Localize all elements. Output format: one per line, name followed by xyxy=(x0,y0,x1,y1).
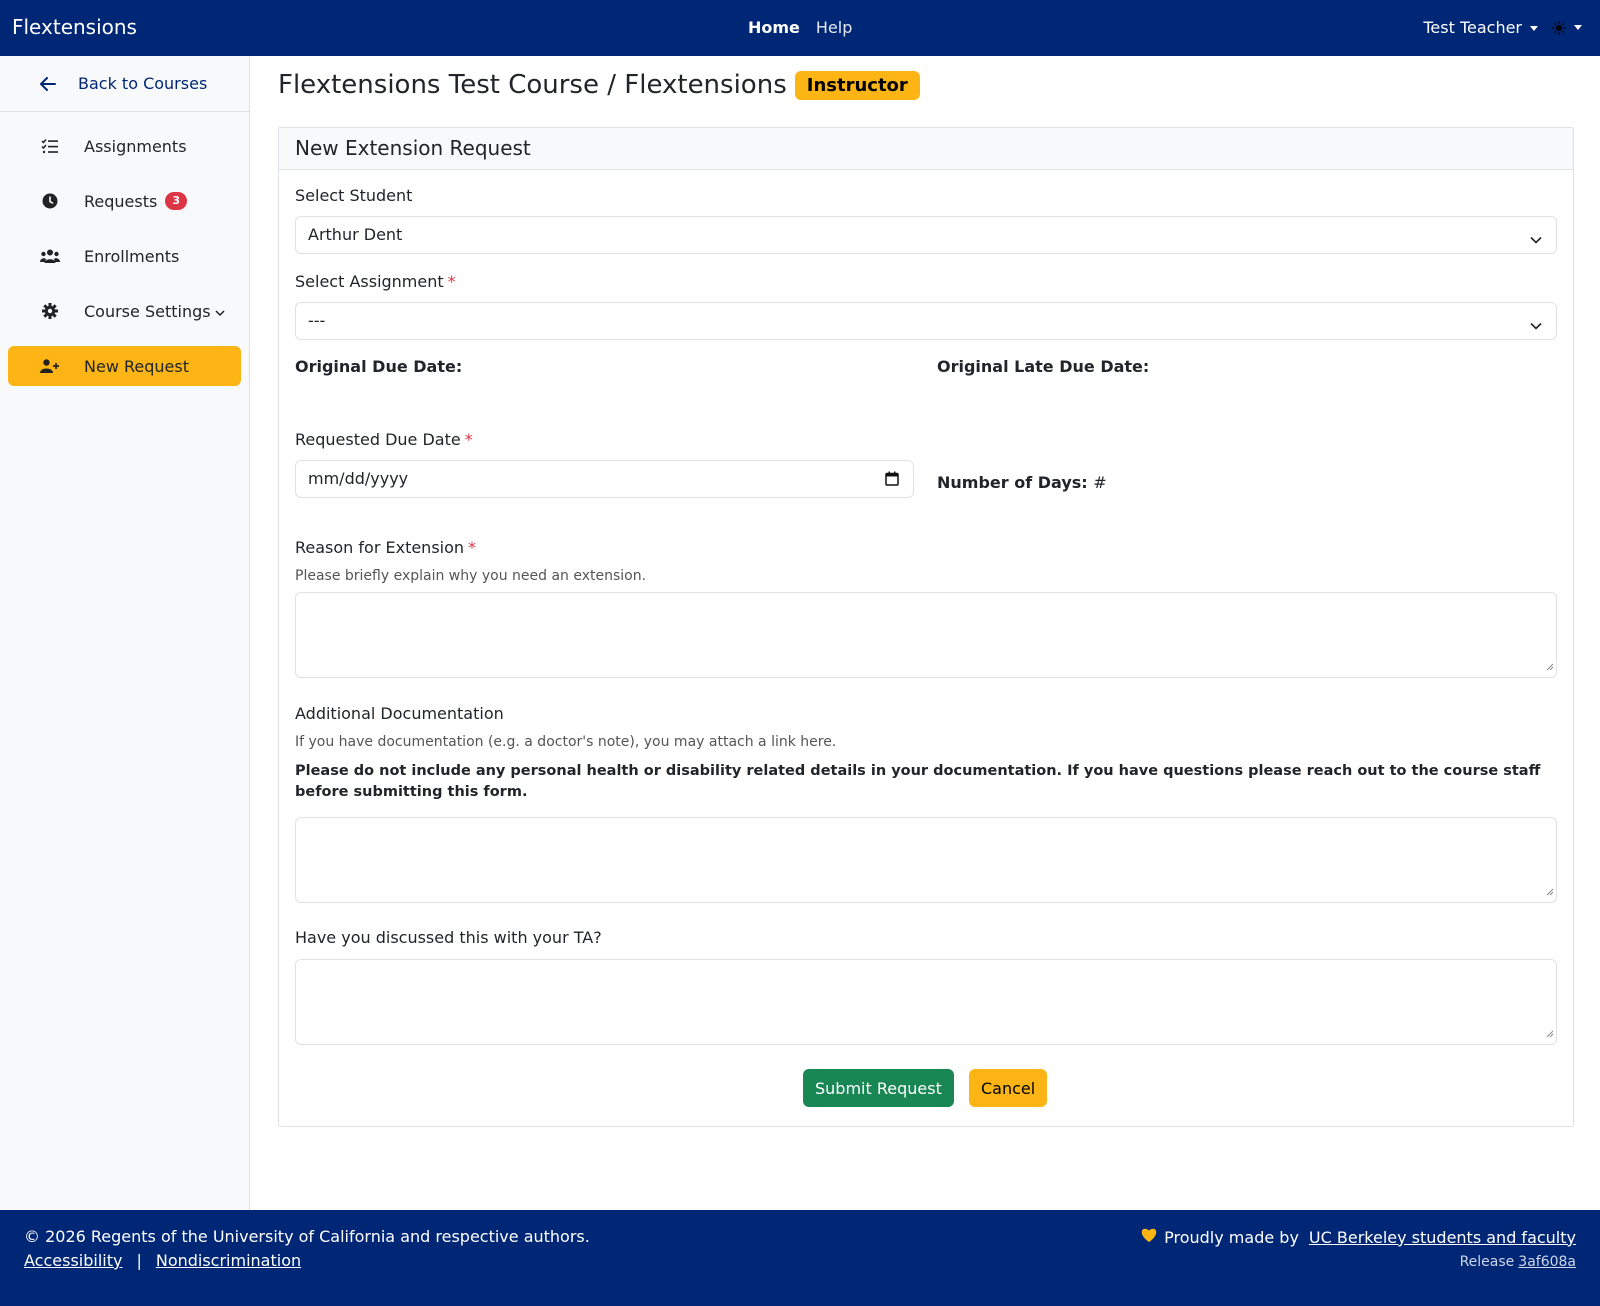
user-name: Test Teacher xyxy=(1423,18,1522,37)
list-check-icon xyxy=(40,138,60,154)
nav-help-link[interactable]: Help xyxy=(816,18,852,37)
page-title-text: Flextensions Test Course / Flextensions xyxy=(278,70,787,100)
made-by-text: Proudly made by xyxy=(1164,1227,1299,1247)
user-area: Test Teacher xyxy=(1423,18,1582,37)
select-assignment-label: Select Assignment * xyxy=(295,272,456,291)
sidebar-item-course-settings[interactable]: Course Settings xyxy=(8,291,241,331)
top-navbar: Flextensions Home Help Test Teacher xyxy=(0,0,1600,56)
heart-icon xyxy=(1140,1227,1158,1247)
resize-grip-icon[interactable] xyxy=(1545,1023,1554,1042)
sidebar-item-label: Course Settings xyxy=(84,301,211,321)
footer-separator: | xyxy=(136,1251,142,1270)
requested-due-date-input[interactable]: mm/dd/yyyy xyxy=(295,460,914,498)
accessibility-link[interactable]: Accessibility xyxy=(24,1251,122,1270)
footer-links: Accessibility | Nondiscrimination xyxy=(24,1251,301,1270)
reason-textarea[interactable] xyxy=(295,592,1557,678)
footer: © 2026 Regents of the University of Cali… xyxy=(0,1210,1600,1306)
theme-toggle-button[interactable] xyxy=(1552,21,1582,35)
page-title: Flextensions Test Course / Flextensions … xyxy=(278,70,920,100)
made-by: Proudly made by UC Berkeley students and… xyxy=(1140,1227,1576,1247)
required-mark: * xyxy=(447,272,456,291)
chevron-down-icon xyxy=(1530,229,1542,248)
main-nav: Home Help xyxy=(748,18,852,37)
nondiscrimination-link[interactable]: Nondiscrimination xyxy=(156,1251,301,1270)
documentation-help-text: If you have documentation (e.g. a doctor… xyxy=(295,734,837,750)
sidebar-item-new-request[interactable]: New Request xyxy=(8,346,241,386)
assignment-select-value: --- xyxy=(308,311,326,330)
resize-grip-icon[interactable] xyxy=(1545,656,1554,675)
number-of-days-label: Number of Days: xyxy=(937,473,1088,492)
sidebar: Back to Courses Assignments Requests 3 E… xyxy=(0,56,250,1210)
student-select[interactable]: Arthur Dent xyxy=(295,216,1557,254)
reason-label: Reason for Extension * xyxy=(295,538,476,557)
assignment-select[interactable]: --- xyxy=(295,302,1557,340)
uc-berkeley-link[interactable]: UC Berkeley students and faculty xyxy=(1309,1228,1576,1247)
nav-home-link[interactable]: Home xyxy=(748,18,800,37)
sidebar-item-enrollments[interactable]: Enrollments xyxy=(8,236,241,276)
original-late-due-date-label: Original Late Due Date: xyxy=(937,357,1150,376)
requested-due-date-label-text: Requested Due Date xyxy=(295,430,461,449)
sun-icon xyxy=(1552,21,1566,34)
user-plus-icon xyxy=(40,359,60,373)
chevron-down-icon xyxy=(215,302,225,321)
copyright-text: © 2026 Regents of the University of Cali… xyxy=(24,1227,590,1246)
student-select-value: Arthur Dent xyxy=(308,225,403,244)
select-student-label: Select Student xyxy=(295,186,413,205)
requested-due-date-label: Requested Due Date * xyxy=(295,430,473,449)
extension-request-card: New Extension Request Select Student Art… xyxy=(278,127,1574,1127)
submit-request-button[interactable]: Submit Request xyxy=(803,1069,954,1107)
sidebar-item-label: Requests xyxy=(84,191,158,211)
card-header: New Extension Request xyxy=(279,128,1573,170)
clock-icon xyxy=(40,193,60,209)
role-badge: Instructor xyxy=(794,70,920,100)
users-icon xyxy=(40,249,60,263)
arrow-left-icon xyxy=(40,76,60,91)
back-to-courses-link[interactable]: Back to Courses xyxy=(0,56,249,112)
resize-grip-icon[interactable] xyxy=(1545,881,1554,900)
required-mark: * xyxy=(464,430,473,449)
date-placeholder: mm/dd/yyyy xyxy=(308,469,409,488)
required-mark: * xyxy=(468,538,477,557)
release-hash-link[interactable]: 3af608a xyxy=(1518,1254,1576,1270)
chevron-down-icon xyxy=(1530,315,1542,334)
user-menu-toggle[interactable]: Test Teacher xyxy=(1423,18,1538,37)
calendar-icon[interactable] xyxy=(885,471,899,490)
documentation-textarea[interactable] xyxy=(295,817,1557,903)
sidebar-item-requests[interactable]: Requests 3 xyxy=(8,181,241,221)
documentation-label: Additional Documentation xyxy=(295,704,504,723)
reason-label-text: Reason for Extension xyxy=(295,538,465,557)
gear-icon xyxy=(40,303,60,319)
select-assignment-label-text: Select Assignment xyxy=(295,272,444,291)
caret-down-icon xyxy=(1530,26,1538,31)
ta-discussion-label: Have you discussed this with your TA? xyxy=(295,928,602,947)
requests-count-badge: 3 xyxy=(165,192,187,210)
release-info: Release 3af608a xyxy=(1460,1254,1576,1270)
back-to-courses-label: Back to Courses xyxy=(78,74,208,93)
documentation-warning: Please do not include any personal healt… xyxy=(295,763,1541,800)
number-of-days-value: # xyxy=(1093,473,1107,492)
sidebar-item-label: New Request xyxy=(84,356,189,376)
original-due-date-label: Original Due Date: xyxy=(295,357,463,376)
ta-discussion-textarea[interactable] xyxy=(295,959,1557,1045)
sidebar-item-label: Enrollments xyxy=(84,246,180,266)
cancel-button[interactable]: Cancel xyxy=(969,1069,1048,1107)
caret-down-icon xyxy=(1574,25,1582,30)
release-label: Release xyxy=(1459,1254,1515,1270)
sidebar-item-assignments[interactable]: Assignments xyxy=(8,126,241,166)
reason-help-text: Please briefly explain why you need an e… xyxy=(295,568,647,584)
brand-logo[interactable]: Flextensions xyxy=(12,15,137,39)
number-of-days: Number of Days: # xyxy=(937,473,1107,492)
sidebar-item-label: Assignments xyxy=(84,136,187,156)
